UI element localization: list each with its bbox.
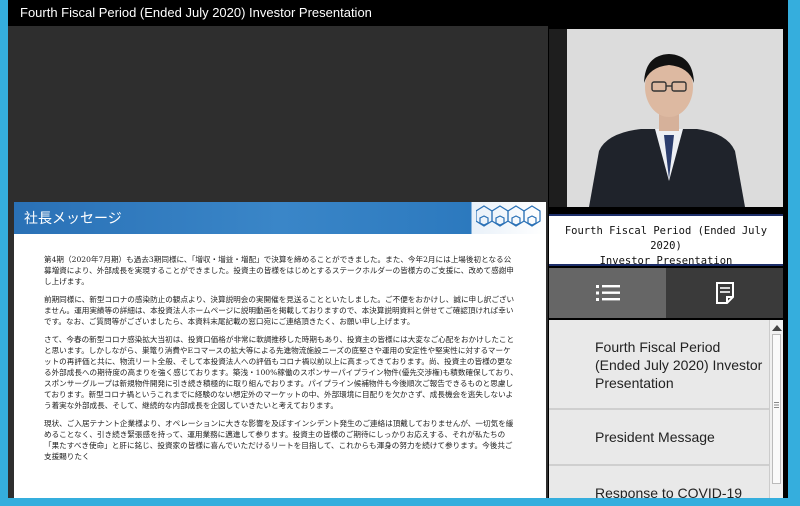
speaker-video[interactable]: [549, 29, 783, 207]
list-icon: [596, 285, 620, 301]
slide-header: 社長メッセージ: [14, 202, 546, 234]
scroll-up-arrow-icon[interactable]: [771, 323, 783, 333]
chapter-label: Response to COVID-19: [595, 485, 743, 498]
presenter-image: [549, 29, 783, 207]
slide-title: 社長メッセージ: [24, 211, 122, 227]
speaker-caption: Fourth Fiscal Period (Ended July 2020) I…: [549, 214, 783, 267]
speaker-caption-line1: Fourth Fiscal Period (Ended July 2020): [564, 225, 768, 252]
decorative-pattern-icon: [476, 205, 541, 227]
slide-paragraph: さて、今春の新型コロナ感染拡大当初は、投資口価格が非常に軟調推移した時期もあり、…: [44, 335, 518, 410]
slide-paragraph: 前期同様に、新型コロナの感染防止の観点より、決算説明会の実開催を見送ることといた…: [44, 295, 515, 326]
speaker-caption-line2: Investor Presentation: [599, 255, 733, 267]
scrollbar-thumb[interactable]: [772, 334, 781, 484]
panel-tabs: [549, 268, 783, 318]
tab-documents[interactable]: [666, 268, 783, 318]
window-title: Fourth Fiscal Period (Ended July 2020) I…: [8, 0, 788, 26]
chapter-label: President Message: [595, 429, 715, 445]
slide-stage: 社長メッセージ 第4期（2020年7月期）も過去3期同様に、「増収・増益・増配」…: [8, 26, 548, 498]
window-frame-left: [0, 0, 8, 506]
slide-body: 第4期（2020年7月期）も過去3期同様に、「増収・増益・増配」で決算を締めるこ…: [44, 254, 518, 469]
document-icon: [716, 282, 734, 304]
slide-paragraph: 現状、ご入居テナント企業様より、オペレーションに大きな影響を及ぼすインシデント発…: [44, 419, 514, 461]
tab-chapters[interactable]: [549, 268, 666, 318]
slide-paragraph: 第4期（2020年7月期）も過去3期同様に、「増収・増益・増配」で決算を締めるこ…: [44, 255, 514, 286]
chapter-list-scrollbar[interactable]: [769, 320, 783, 498]
chapter-item[interactable]: Response to COVID-19: [549, 466, 769, 498]
chapter-item[interactable]: Fourth Fiscal Period (Ended July 2020) I…: [549, 320, 769, 410]
window-frame-bottom: [0, 498, 800, 506]
grip-icon: [774, 402, 779, 408]
chapter-item[interactable]: President Message: [549, 410, 769, 466]
slide: 社長メッセージ 第4期（2020年7月期）も過去3期同様に、「増収・増益・増配」…: [14, 202, 546, 498]
chapter-list: Fourth Fiscal Period (Ended July 2020) I…: [549, 320, 769, 498]
chapter-label: Fourth Fiscal Period (Ended July 2020) I…: [595, 339, 763, 391]
window-frame-right: [788, 0, 800, 506]
